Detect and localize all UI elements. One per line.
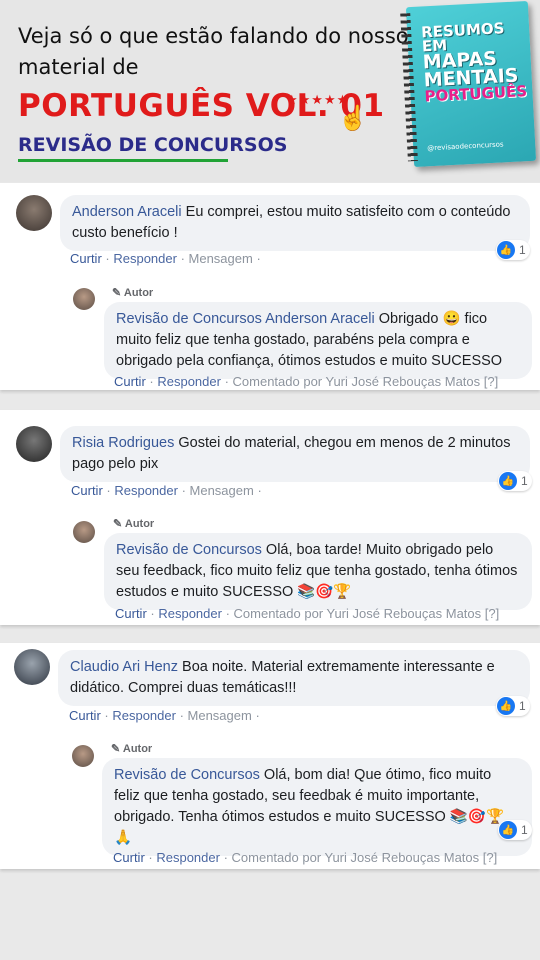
like-link[interactable]: Curtir — [70, 251, 102, 266]
message-link[interactable]: Mensagem — [190, 483, 254, 498]
separator: · — [146, 606, 159, 621]
commenter-name[interactable]: Risia Rodrigues — [72, 435, 174, 451]
like-link[interactable]: Curtir — [115, 606, 147, 621]
like-number: 1 — [519, 243, 526, 257]
like-link[interactable]: Curtir — [71, 483, 103, 498]
reply-link[interactable]: Responder — [157, 374, 221, 389]
pencil-icon: ✎ — [113, 518, 123, 530]
author-label: Autor — [124, 518, 155, 530]
like-count[interactable]: 👍 1 — [496, 240, 530, 260]
separator: · — [100, 708, 113, 723]
separator: · — [219, 850, 232, 865]
reply-bubble: Revisão de Concursos Olá, boa tarde! Mui… — [104, 533, 532, 610]
promo-header: Veja só o que estão falando do nosso mat… — [0, 0, 540, 182]
comment-panel: Claudio Ari Henz Boa noite. Material ext… — [0, 643, 540, 869]
book-title-5: PORTUGUÊS — [424, 82, 528, 106]
separator: · — [251, 708, 260, 723]
thumbs-up-icon: 👍 — [499, 821, 517, 839]
separator: · — [252, 251, 261, 266]
help-link[interactable]: [?] — [483, 850, 497, 865]
separator: · — [220, 374, 233, 389]
separator: · — [253, 483, 262, 498]
replier-name[interactable]: Revisão de Concursos — [116, 311, 262, 327]
like-number: 1 — [521, 474, 528, 488]
comment-bubble: Anderson Araceli Eu comprei, estou muito… — [60, 195, 530, 251]
headline-line-1: Veja só o que estão falando do nosso — [18, 24, 409, 48]
pointer-hand-icon: ☝ — [338, 105, 368, 132]
separator: · — [101, 251, 114, 266]
like-count[interactable]: 👍 1 — [498, 471, 532, 491]
mention[interactable]: Anderson Araceli — [265, 311, 375, 327]
reply-avatar[interactable] — [73, 288, 95, 310]
author-badge: ✎ Autor — [113, 517, 154, 530]
comment-bubble: Risia Rodrigues Gostei do material, cheg… — [60, 426, 530, 482]
separator: · — [177, 483, 190, 498]
separator: · — [102, 483, 115, 498]
reply-bubble: Revisão de Concursos Anderson Araceli Ob… — [104, 302, 532, 379]
author-badge: ✎ Autor — [111, 742, 152, 755]
separator: · — [145, 374, 158, 389]
avatar[interactable] — [14, 649, 50, 685]
reply-bubble: Revisão de Concursos Olá, bom dia! Que ó… — [102, 758, 532, 856]
thumbs-up-icon: 👍 — [499, 472, 517, 490]
replier-name[interactable]: Revisão de Concursos — [116, 542, 262, 558]
like-number: 1 — [521, 823, 528, 837]
reply-link[interactable]: Responder — [112, 708, 176, 723]
brand-title: REVISÃO DE CONCURSOS — [18, 134, 288, 156]
reply-avatar[interactable] — [72, 745, 94, 767]
author-label: Autor — [123, 287, 154, 299]
author-badge: ✎ Autor — [112, 286, 153, 299]
reply-actions: Curtir · Responder · Comentado por Yuri … — [113, 850, 497, 865]
help-link[interactable]: [?] — [484, 374, 498, 389]
comment-panel: Anderson Araceli Eu comprei, estou muito… — [0, 183, 540, 390]
comment-panel: Risia Rodrigues Gostei do material, cheg… — [0, 410, 540, 625]
reply-link[interactable]: Responder — [156, 850, 220, 865]
like-link[interactable]: Curtir — [113, 850, 145, 865]
commented-by: Comentado por Yuri José Rebouças Matos — [231, 850, 480, 865]
message-link[interactable]: Mensagem — [188, 708, 252, 723]
thumbs-up-icon: 👍 — [497, 241, 515, 259]
replier-name[interactable]: Revisão de Concursos — [114, 767, 260, 783]
comment-actions: Curtir · Responder · Mensagem · — [69, 708, 260, 723]
like-count[interactable]: 👍 1 — [498, 820, 532, 840]
reply-actions: Curtir · Responder · Comentado por Yuri … — [114, 374, 498, 389]
reply-avatar[interactable] — [73, 521, 95, 543]
comment-actions: Curtir · Responder · Mensagem · — [71, 483, 262, 498]
comment-bubble: Claudio Ari Henz Boa noite. Material ext… — [58, 650, 530, 706]
like-link[interactable]: Curtir — [114, 374, 146, 389]
avatar[interactable] — [16, 195, 52, 231]
commented-by: Comentado por Yuri José Rebouças Matos — [232, 374, 481, 389]
commented-by: Comentado por Yuri José Rebouças Matos — [233, 606, 482, 621]
spiral-binding — [400, 13, 418, 162]
separator: · — [175, 708, 188, 723]
message-link[interactable]: Mensagem — [189, 251, 253, 266]
comment-actions: Curtir · Responder · Mensagem · — [70, 251, 261, 266]
thumbs-up-icon: 👍 — [497, 697, 515, 715]
avatar[interactable] — [16, 426, 52, 462]
headline-line-2: material de — [18, 55, 139, 79]
like-count[interactable]: 👍 1 — [496, 696, 530, 716]
reply-actions: Curtir · Responder · Comentado por Yuri … — [115, 606, 499, 621]
book-cover: RESUMOS EM MAPAS MENTAIS PORTUGUÊS @revi… — [400, 0, 537, 168]
reply-link[interactable]: Responder — [113, 251, 177, 266]
separator: · — [176, 251, 189, 266]
like-link[interactable]: Curtir — [69, 708, 101, 723]
book-handle: @revisaodeconcursos — [427, 140, 504, 153]
reply-link[interactable]: Responder — [114, 483, 178, 498]
help-link[interactable]: [?] — [485, 606, 499, 621]
author-label: Autor — [122, 743, 153, 755]
commenter-name[interactable]: Claudio Ari Henz — [70, 659, 178, 675]
pencil-icon: ✎ — [111, 743, 121, 755]
separator: · — [221, 606, 234, 621]
commenter-name[interactable]: Anderson Araceli — [72, 204, 182, 220]
like-number: 1 — [519, 699, 526, 713]
brand-underline — [18, 159, 228, 162]
pencil-icon: ✎ — [112, 287, 122, 299]
separator: · — [144, 850, 157, 865]
reply-link[interactable]: Responder — [158, 606, 222, 621]
